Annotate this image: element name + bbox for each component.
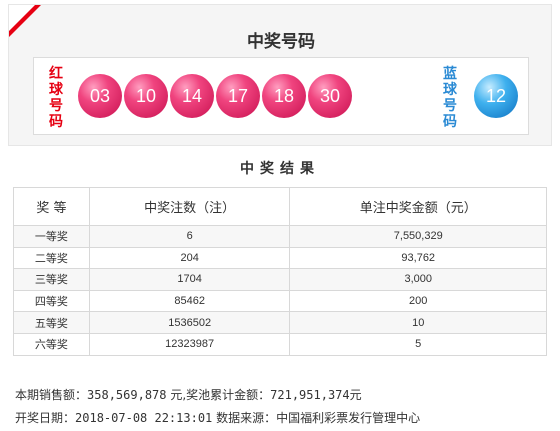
blue-ball-label: 蓝 球 号 码	[442, 66, 458, 130]
red-label-char: 球	[49, 82, 63, 98]
winner-count: 1536502	[88, 311, 291, 334]
winning-numbers-panel: 中奖号码 红 球 号 码 03 10 14 17 18 30 蓝 球 号 码 1…	[8, 4, 552, 146]
draw-info: 开奖日期：2018-07-08 22:13:01 数据来源：中国福利彩票发行管理…	[15, 409, 420, 426]
pool-value: 721,951,374	[270, 388, 350, 402]
prize-table: 奖 等 中奖注数（注） 单注中奖金额（元） 一等奖 6 7,550,329 二等…	[13, 187, 547, 356]
winner-count: 1704	[88, 268, 291, 291]
winner-count: 6	[88, 225, 291, 248]
red-ball: 10	[124, 74, 168, 118]
blue-label-char: 蓝	[443, 66, 457, 82]
prize-level: 五等奖	[13, 311, 90, 334]
table-header-row: 奖 等 中奖注数（注） 单注中奖金额（元）	[13, 187, 547, 226]
winner-count: 85462	[88, 289, 291, 313]
prize-amount: 5	[289, 332, 547, 356]
winner-count: 12323987	[88, 332, 291, 356]
prize-level: 四等奖	[13, 289, 90, 313]
prize-level: 一等奖	[13, 225, 90, 248]
date-label: 开奖日期：	[15, 411, 76, 425]
red-ball: 03	[78, 74, 122, 118]
data-source: 数据来源：中国福利彩票发行管理中心	[212, 411, 421, 425]
blue-label-char: 码	[443, 114, 457, 130]
table-row: 四等奖 85462 200	[13, 289, 547, 313]
table-row: 二等奖 204 93,762	[13, 246, 547, 270]
prize-amount: 10	[289, 311, 547, 334]
results-title: 中奖结果	[240, 161, 320, 177]
blue-ball: 12	[474, 74, 518, 118]
table-row: 六等奖 12323987 5	[13, 332, 547, 356]
header-level: 奖 等	[13, 187, 90, 226]
red-ball: 17	[216, 74, 260, 118]
numbers-box: 红 球 号 码 03 10 14 17 18 30 蓝 球 号 码 12	[33, 57, 529, 135]
red-label-char: 码	[49, 114, 63, 130]
winner-count: 204	[88, 246, 291, 270]
prize-amount: 7,550,329	[289, 225, 547, 248]
prize-level: 三等奖	[13, 268, 90, 291]
header-count: 中奖注数（注）	[88, 187, 291, 226]
red-ball: 18	[262, 74, 306, 118]
red-ball-label: 红 球 号 码	[48, 66, 64, 130]
table-row: 五等奖 1536502 10	[13, 311, 547, 334]
prize-level: 二等奖	[13, 246, 90, 270]
prize-amount: 93,762	[289, 246, 547, 270]
prize-level: 六等奖	[13, 332, 90, 356]
draw-date: 2018-07-08 22:13:01	[75, 411, 213, 425]
red-label-char: 号	[49, 98, 63, 114]
sales-value: 358,569,878	[87, 388, 167, 402]
red-ball: 14	[170, 74, 214, 118]
blue-label-char: 号	[443, 98, 457, 114]
prize-amount: 200	[289, 289, 547, 313]
pool-unit: 元	[349, 388, 362, 402]
table-row: 一等奖 6 7,550,329	[13, 225, 547, 248]
blue-label-char: 球	[443, 82, 457, 98]
sales-unit: 元,奖池累计金额：	[166, 388, 271, 402]
table-row: 三等奖 1704 3,000	[13, 268, 547, 291]
header-amount: 单注中奖金额（元）	[289, 187, 547, 226]
prize-amount: 3,000	[289, 268, 547, 291]
red-label-char: 红	[49, 66, 63, 82]
panel-title: 中奖号码	[247, 32, 315, 52]
red-ball: 30	[308, 74, 352, 118]
sales-summary: 本期销售额：358,569,878 元,奖池累计金额：721,951,374元	[15, 386, 362, 403]
sales-label: 本期销售额：	[15, 388, 88, 402]
